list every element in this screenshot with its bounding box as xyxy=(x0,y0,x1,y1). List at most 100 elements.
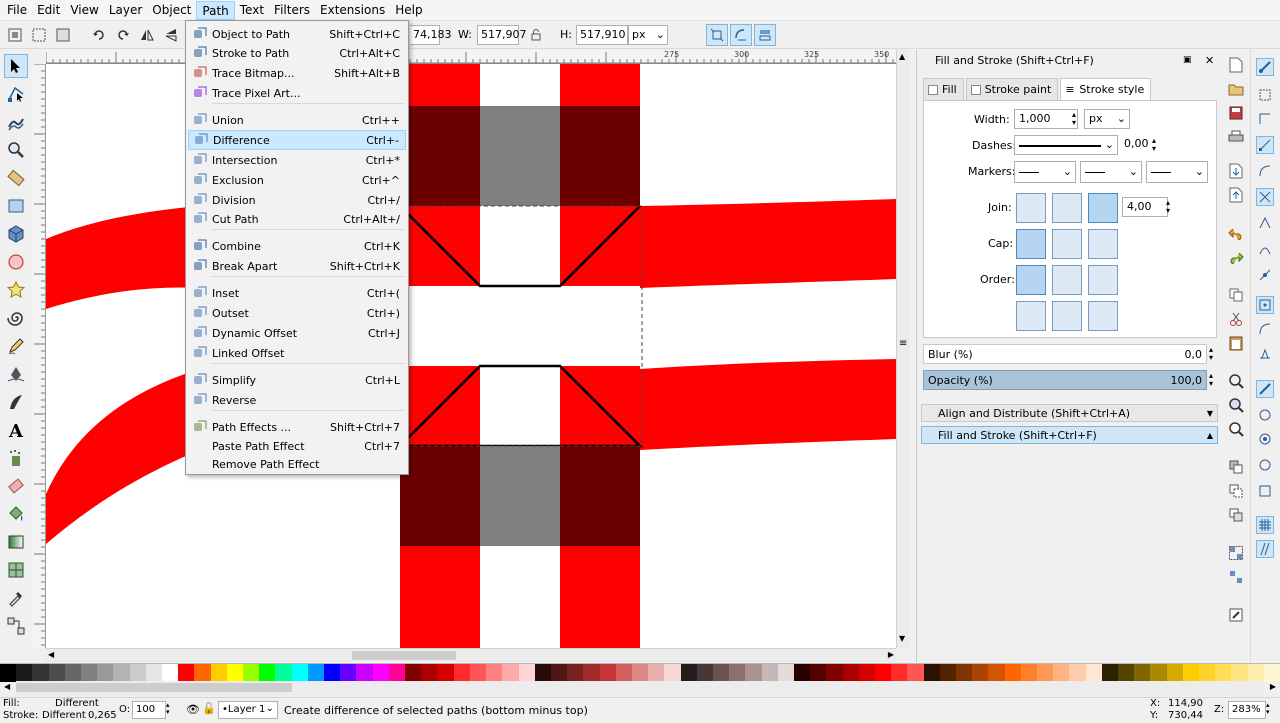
eye-icon[interactable]: 👁 xyxy=(186,703,200,716)
scroll-left-icon[interactable]: ◀ xyxy=(4,682,10,691)
redo-icon[interactable] xyxy=(1227,248,1245,266)
palette-swatch[interactable] xyxy=(907,664,924,682)
palette-swatch[interactable] xyxy=(826,664,843,682)
palette-swatch[interactable] xyxy=(226,664,244,682)
palette-swatch[interactable] xyxy=(1020,664,1037,682)
palette-swatch[interactable] xyxy=(259,664,276,682)
palette-swatch[interactable] xyxy=(1069,664,1086,682)
spin-icon[interactable]: ▴ ▾ xyxy=(1266,702,1270,716)
join-round-icon[interactable] xyxy=(1052,193,1082,223)
menu-extensions[interactable]: Extensions xyxy=(315,1,390,20)
rotate-ccw-icon[interactable] xyxy=(88,24,110,46)
paint-bucket-tool-icon[interactable] xyxy=(4,502,28,526)
palette-swatch[interactable] xyxy=(486,664,503,682)
gradient-tool-icon[interactable] xyxy=(4,530,28,554)
menu-item-trace-bitmap[interactable]: Trace Bitmap... Shift+Alt+B xyxy=(188,63,406,83)
palette-swatch[interactable] xyxy=(858,664,875,682)
spiral-tool-icon[interactable] xyxy=(4,306,28,330)
star-tool-icon[interactable] xyxy=(4,278,28,302)
menu-item-paste-path-effect[interactable]: Paste Path Effect Ctrl+7 xyxy=(188,436,406,456)
snap-grid-toggle-icon[interactable] xyxy=(1256,516,1274,534)
snap-others-icon[interactable] xyxy=(1256,482,1274,500)
stroke-value[interactable]: Different xyxy=(42,710,86,721)
palette-swatch[interactable] xyxy=(372,664,389,682)
palette-swatch[interactable] xyxy=(178,664,195,682)
flip-vertical-icon[interactable] xyxy=(160,24,182,46)
3d-box-tool-icon[interactable] xyxy=(4,222,28,246)
palette-swatch[interactable] xyxy=(97,664,114,682)
unit-select[interactable]: px ⌄ xyxy=(628,25,668,45)
zoom-page-icon[interactable] xyxy=(1227,420,1245,438)
order-stroke-fill-markers-icon[interactable] xyxy=(1052,265,1082,295)
palette-swatch[interactable] xyxy=(599,664,616,682)
mid-marker-select[interactable]: ⌄ xyxy=(1080,161,1142,183)
palette-scrollbar[interactable]: ◀ ▶ xyxy=(4,681,1276,695)
scroll-down-icon[interactable]: ▼ xyxy=(899,634,905,643)
snap-grid-icon[interactable] xyxy=(1256,430,1274,448)
snap-center-icon[interactable] xyxy=(1256,296,1274,314)
select-all-icon[interactable] xyxy=(4,24,26,46)
rotate-cw-icon[interactable] xyxy=(112,24,134,46)
menu-item-simplify[interactable]: Simplify Ctrl+L xyxy=(188,370,406,390)
spin-icon[interactable]: ▴ ▾ xyxy=(1152,137,1156,153)
selector-tool-icon[interactable] xyxy=(4,54,28,78)
tab-fill[interactable]: Fill xyxy=(923,78,964,100)
opacity-slider[interactable]: Opacity (%) 100,0 xyxy=(923,370,1207,390)
palette-swatch[interactable] xyxy=(469,664,487,682)
palette-swatch[interactable] xyxy=(1231,664,1248,682)
join-miter-icon[interactable] xyxy=(1016,193,1046,223)
copy-icon[interactable] xyxy=(1227,286,1245,304)
group-icon[interactable] xyxy=(1227,544,1245,562)
scroll-right-icon[interactable]: ▶ xyxy=(1270,682,1276,691)
snap-nodes-icon[interactable] xyxy=(1256,136,1274,154)
cut-icon[interactable] xyxy=(1227,310,1245,328)
palette-swatch[interactable] xyxy=(1118,664,1135,682)
palette-swatch[interactable] xyxy=(1199,664,1216,682)
menu-item-stroke-to-path[interactable]: Stroke to Path Ctrl+Alt+C xyxy=(188,43,406,63)
palette-swatch[interactable] xyxy=(1182,664,1200,682)
palette-swatch[interactable] xyxy=(307,664,325,682)
snap-paths-icon[interactable] xyxy=(1256,162,1274,180)
palette-swatch[interactable] xyxy=(648,664,665,682)
palette-swatch[interactable] xyxy=(291,664,308,682)
calligraphy-tool-icon[interactable] xyxy=(4,390,28,414)
dash-pattern-select[interactable]: ⌄ xyxy=(1014,135,1118,155)
new-document-icon[interactable] xyxy=(1227,56,1245,74)
menu-item-cut-path[interactable]: Cut Path Ctrl+Alt+/ xyxy=(188,209,406,229)
snap-rotation-icon[interactable] xyxy=(1256,320,1274,338)
spin-icon[interactable]: ▴ ▾ xyxy=(1166,199,1170,215)
eraser-tool-icon[interactable] xyxy=(4,474,28,498)
palette-swatch[interactable] xyxy=(518,664,535,682)
snap-cusp-icon[interactable] xyxy=(1256,214,1274,232)
save-icon[interactable] xyxy=(1227,104,1245,122)
snap-enable-icon[interactable] xyxy=(1256,58,1274,76)
palette-swatch[interactable] xyxy=(810,664,827,682)
palette-swatch[interactable] xyxy=(437,664,454,682)
miter-limit-field[interactable]: 4,00 xyxy=(1122,197,1168,217)
menu-item-union[interactable]: Union Ctrl++ xyxy=(188,110,406,130)
fill-stroke-panel-title[interactable]: Fill and Stroke (Shift+Ctrl+F) ▲ xyxy=(921,426,1218,444)
transform-gradients-icon[interactable] xyxy=(754,24,776,46)
blur-slider[interactable]: Blur (%) 0,0 xyxy=(923,344,1207,364)
expand-icon[interactable]: ▼ xyxy=(1207,405,1213,423)
palette-swatch[interactable] xyxy=(567,664,584,682)
text-tool-icon[interactable]: A xyxy=(4,418,28,442)
palette-swatch[interactable] xyxy=(583,664,600,682)
select-all-layers-icon[interactable] xyxy=(28,24,50,46)
palette-swatch[interactable] xyxy=(631,664,649,682)
palette-swatch[interactable] xyxy=(745,664,762,682)
horizontal-scrollbar[interactable]: ◀ ▶ xyxy=(46,648,896,662)
palette-swatch[interactable] xyxy=(1037,664,1054,682)
menu-item-inset[interactable]: Inset Ctrl+( xyxy=(188,283,406,303)
order-fill-markers-stroke-icon[interactable] xyxy=(1088,265,1118,295)
snap-bbox-icon[interactable] xyxy=(1256,86,1274,104)
layer-select[interactable]: •Layer 1 ⌄ xyxy=(218,701,278,719)
palette-swatch[interactable] xyxy=(777,664,794,682)
menu-text[interactable]: Text xyxy=(235,1,269,20)
palette-swatch[interactable] xyxy=(793,664,811,682)
palette-swatch[interactable] xyxy=(194,664,211,682)
order-markers-fill-stroke-icon[interactable] xyxy=(1016,301,1046,331)
menu-help[interactable]: Help xyxy=(390,1,427,20)
palette-swatch[interactable] xyxy=(923,664,940,682)
open-icon[interactable] xyxy=(1227,80,1245,98)
